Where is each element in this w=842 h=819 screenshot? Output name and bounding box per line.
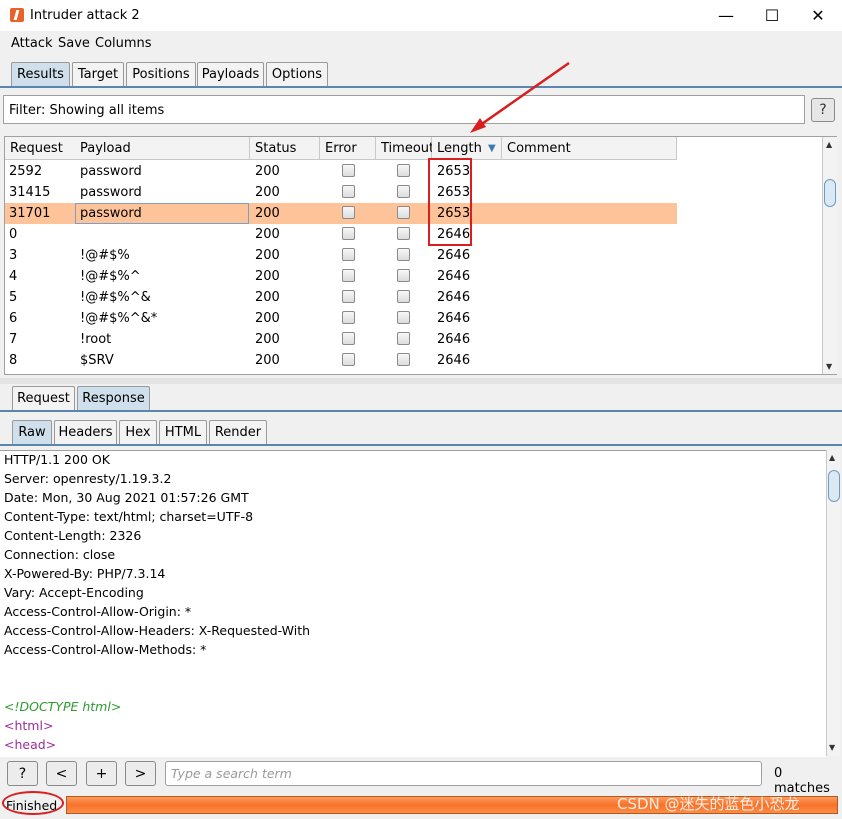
annotation-arrow xyxy=(470,61,570,133)
